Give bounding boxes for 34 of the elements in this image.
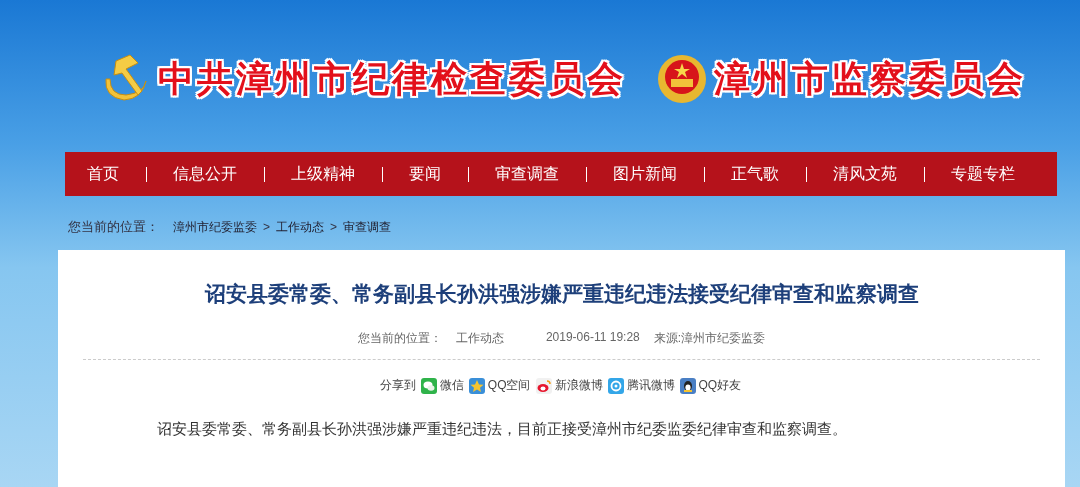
- national-emblem-icon: [656, 53, 708, 105]
- nav-link[interactable]: 信息公开: [173, 163, 237, 185]
- site-title: 漳州市监察委员会: [714, 56, 1026, 101]
- nav-link[interactable]: 专题专栏: [951, 163, 1015, 185]
- source-text: 来源:漳州市纪委监委: [653, 330, 766, 347]
- share-label: 分享到: [379, 377, 416, 394]
- nav-link[interactable]: 图片新闻: [613, 163, 677, 185]
- share-link[interactable]: 新浪微博: [554, 377, 603, 394]
- star-icon[interactable]: [468, 377, 485, 394]
- share-link[interactable]: 腾讯微博: [626, 377, 675, 394]
- nav-link[interactable]: 正气歌: [731, 163, 779, 185]
- site-title: 中共漳州市纪律检查委员会: [158, 56, 626, 101]
- nav-link[interactable]: 上级精神: [291, 163, 355, 185]
- location-text: 工作动态: [455, 330, 504, 347]
- share-link[interactable]: QQ好友: [698, 377, 742, 394]
- article-title: 诏安县委常委、常务副县长孙洪强涉嫌严重违纪违法接受纪律审查和监察调查: [203, 281, 920, 307]
- breadcrumb-link[interactable]: 漳州市纪委监委: [173, 218, 257, 236]
- nav-link[interactable]: 要闻: [409, 163, 441, 185]
- breadcrumb-separator: >: [263, 220, 270, 234]
- share-link[interactable]: 微信: [439, 377, 464, 394]
- nav-link[interactable]: 审查调查: [495, 163, 559, 185]
- article-paragraph: 诏安县委常委、常务副县长孙洪强涉嫌严重违纪违法，目前正接受漳州市纪委监委纪律审查和监察调查。: [157, 420, 848, 439]
- publish-date: 2019-06-11 19:28: [545, 330, 640, 346]
- location-label: 您当前的位置：: [357, 330, 442, 347]
- breadcrumb-link[interactable]: 审查调查: [343, 218, 392, 236]
- breadcrumb-link[interactable]: 工作动态: [276, 218, 324, 236]
- nav-link[interactable]: 清风文苑: [833, 163, 897, 185]
- breadcrumb-label: 您当前的位置：: [68, 218, 159, 236]
- penguin-icon[interactable]: [679, 377, 696, 394]
- nav-link[interactable]: 首页: [87, 163, 119, 185]
- ring-icon[interactable]: [607, 377, 624, 394]
- chat-bubbles-icon[interactable]: [420, 377, 437, 394]
- share-link[interactable]: QQ空间: [487, 377, 531, 394]
- breadcrumb-separator: >: [330, 220, 338, 234]
